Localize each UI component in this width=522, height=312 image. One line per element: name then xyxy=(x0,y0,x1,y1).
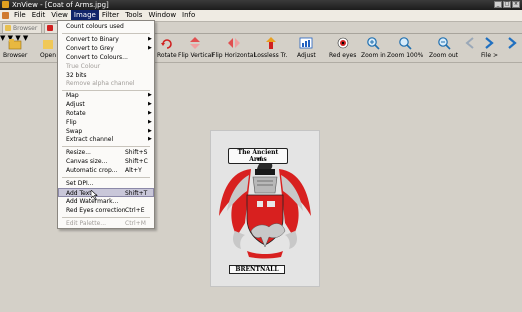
submenu-arrow-icon: ▶ xyxy=(148,45,152,51)
menu-item-resize[interactable]: Resize... Shift+S xyxy=(58,148,154,157)
document-icon[interactable] xyxy=(2,12,9,19)
menu-item-flip[interactable]: Flip ▶ xyxy=(58,118,154,127)
menu-separator xyxy=(62,177,150,178)
zoom-100-label: Zoom 100% xyxy=(387,52,424,59)
lossless-label: Lossless Tr. xyxy=(254,52,288,59)
zoom-out-button[interactable]: Zoom out xyxy=(429,36,458,60)
submenu-arrow-icon: ▶ xyxy=(148,36,152,42)
menu-separator xyxy=(62,33,150,34)
browser-icon xyxy=(8,39,22,50)
lossless-icon xyxy=(265,37,276,49)
surname-plaque: BRENTNALL xyxy=(229,265,285,274)
submenu-arrow-icon: ▶ xyxy=(148,92,152,98)
minimize-button[interactable]: _ xyxy=(494,1,502,8)
menu-file[interactable]: File xyxy=(11,10,29,21)
adjust-button[interactable]: Adjust xyxy=(297,36,316,60)
arrow-right-icon xyxy=(485,37,495,49)
arrow-right-end-icon xyxy=(508,37,517,49)
menu-info[interactable]: Info xyxy=(179,10,198,21)
adjust-label: Adjust xyxy=(297,52,316,59)
more-tools-button[interactable] xyxy=(506,36,518,50)
flip-horizontal-label: Flip Horizontal xyxy=(212,52,256,59)
zoom-in-label: Zoom in xyxy=(361,52,386,59)
submenu-arrow-icon: ▶ xyxy=(148,101,152,107)
open-label: Open xyxy=(40,52,57,59)
lossless-transform-button[interactable]: Lossless Tr. xyxy=(254,36,287,60)
menu-edit[interactable]: Edit xyxy=(29,10,49,21)
submenu-arrow-icon: ▶ xyxy=(148,136,152,142)
zoom-in-icon xyxy=(367,37,380,50)
folder-icon xyxy=(5,25,11,31)
rotate-button[interactable]: Rotate xyxy=(157,36,177,60)
plaque-surname: BRENTNALL xyxy=(235,266,279,273)
motto-plaque-top: The Ancient Arms of xyxy=(228,148,288,164)
browser-label: Browser xyxy=(3,52,28,59)
browser-button[interactable]: Browser xyxy=(3,36,27,60)
menu-item-count-colours[interactable]: Count colours used xyxy=(58,22,154,31)
next-file-label: File > xyxy=(481,52,498,59)
window-controls: _ □ × xyxy=(494,1,520,8)
red-eyes-label: Red eyes xyxy=(329,52,357,59)
zoom-100-button[interactable]: Zoom 100% xyxy=(387,36,423,60)
menu-item-add-watermark[interactable]: Add Watermark... xyxy=(58,197,154,206)
red-eyes-button[interactable]: Red eyes xyxy=(329,36,356,60)
rotate-label: Rotate xyxy=(157,52,177,59)
menu-item-canvas-size[interactable]: Canvas size... Shift+C xyxy=(58,157,154,166)
window-title: XnView - [Coat of Arms.jpg] xyxy=(12,1,109,9)
arrow-left-icon xyxy=(465,37,474,49)
image-tab-icon xyxy=(47,25,53,31)
tab-browser[interactable]: Browser xyxy=(2,23,43,33)
zoom-out-label: Zoom out xyxy=(429,52,459,59)
menu-item-adjust[interactable]: Adjust ▶ xyxy=(58,100,154,109)
previous-file-button[interactable] xyxy=(464,36,476,50)
submenu-arrow-icon: ▶ xyxy=(148,119,152,125)
rotate-icon xyxy=(160,39,172,49)
menu-item-extract-channel[interactable]: Extract channel ▶ xyxy=(58,135,154,144)
zoom-in-button[interactable]: Zoom in xyxy=(361,36,386,60)
submenu-arrow-icon: ▶ xyxy=(148,110,152,116)
open-button[interactable]: Open xyxy=(40,36,56,60)
menu-item-red-eyes-correction[interactable]: Red Eyes correction Ctrl+E xyxy=(58,206,154,215)
menu-separator xyxy=(62,217,150,218)
red-eye-icon xyxy=(337,37,348,49)
menu-item-automatic-crop[interactable]: Automatic crop... Alt+Y xyxy=(58,166,154,175)
plaque-of: of xyxy=(256,156,262,162)
app-icon xyxy=(2,1,9,8)
close-button[interactable]: × xyxy=(512,1,520,8)
zoom-out-icon xyxy=(437,37,451,50)
menu-item-map[interactable]: Map ▶ xyxy=(58,91,154,100)
mouse-cursor-icon xyxy=(91,190,98,200)
flip-vertical-icon xyxy=(190,37,201,49)
image-menu-dropdown: Count colours used Convert to Binary ▶ Co… xyxy=(57,20,155,229)
menu-item-convert-colours[interactable]: Convert to Colours... xyxy=(58,53,154,62)
menu-item-convert-grey[interactable]: Convert to Grey ▶ xyxy=(58,44,154,53)
title-bar: XnView - [Coat of Arms.jpg] _ □ × xyxy=(0,0,522,10)
menu-item-add-text[interactable]: Add Text... Shift+T xyxy=(58,188,154,197)
open-icon xyxy=(43,40,54,49)
menu-item-edit-palette[interactable]: Edit Palette... Ctrl+M xyxy=(58,219,154,228)
flip-horizontal-button[interactable]: Flip Horizontal xyxy=(212,36,255,60)
menu-separator xyxy=(62,146,150,147)
tab-browser-label: Browser xyxy=(13,25,38,32)
next-file-button[interactable]: File > xyxy=(481,36,498,60)
flip-vertical-label: Flip Vertical xyxy=(178,52,213,59)
zoom-100-icon xyxy=(399,37,412,50)
menu-item-true-colour[interactable]: True Colour xyxy=(58,62,154,71)
menu-item-set-dpi[interactable]: Set DPI... xyxy=(58,179,154,188)
menu-item-remove-alpha[interactable]: Remove alpha channel xyxy=(58,79,154,88)
menu-item-convert-binary[interactable]: Convert to Binary ▶ xyxy=(58,35,154,44)
adjust-icon xyxy=(299,37,313,49)
flip-vertical-button[interactable]: Flip Vertical xyxy=(178,36,213,60)
flip-horizontal-icon xyxy=(227,38,240,48)
maximize-button[interactable]: □ xyxy=(503,1,511,8)
menu-item-rotate[interactable]: Rotate ▶ xyxy=(58,109,154,118)
